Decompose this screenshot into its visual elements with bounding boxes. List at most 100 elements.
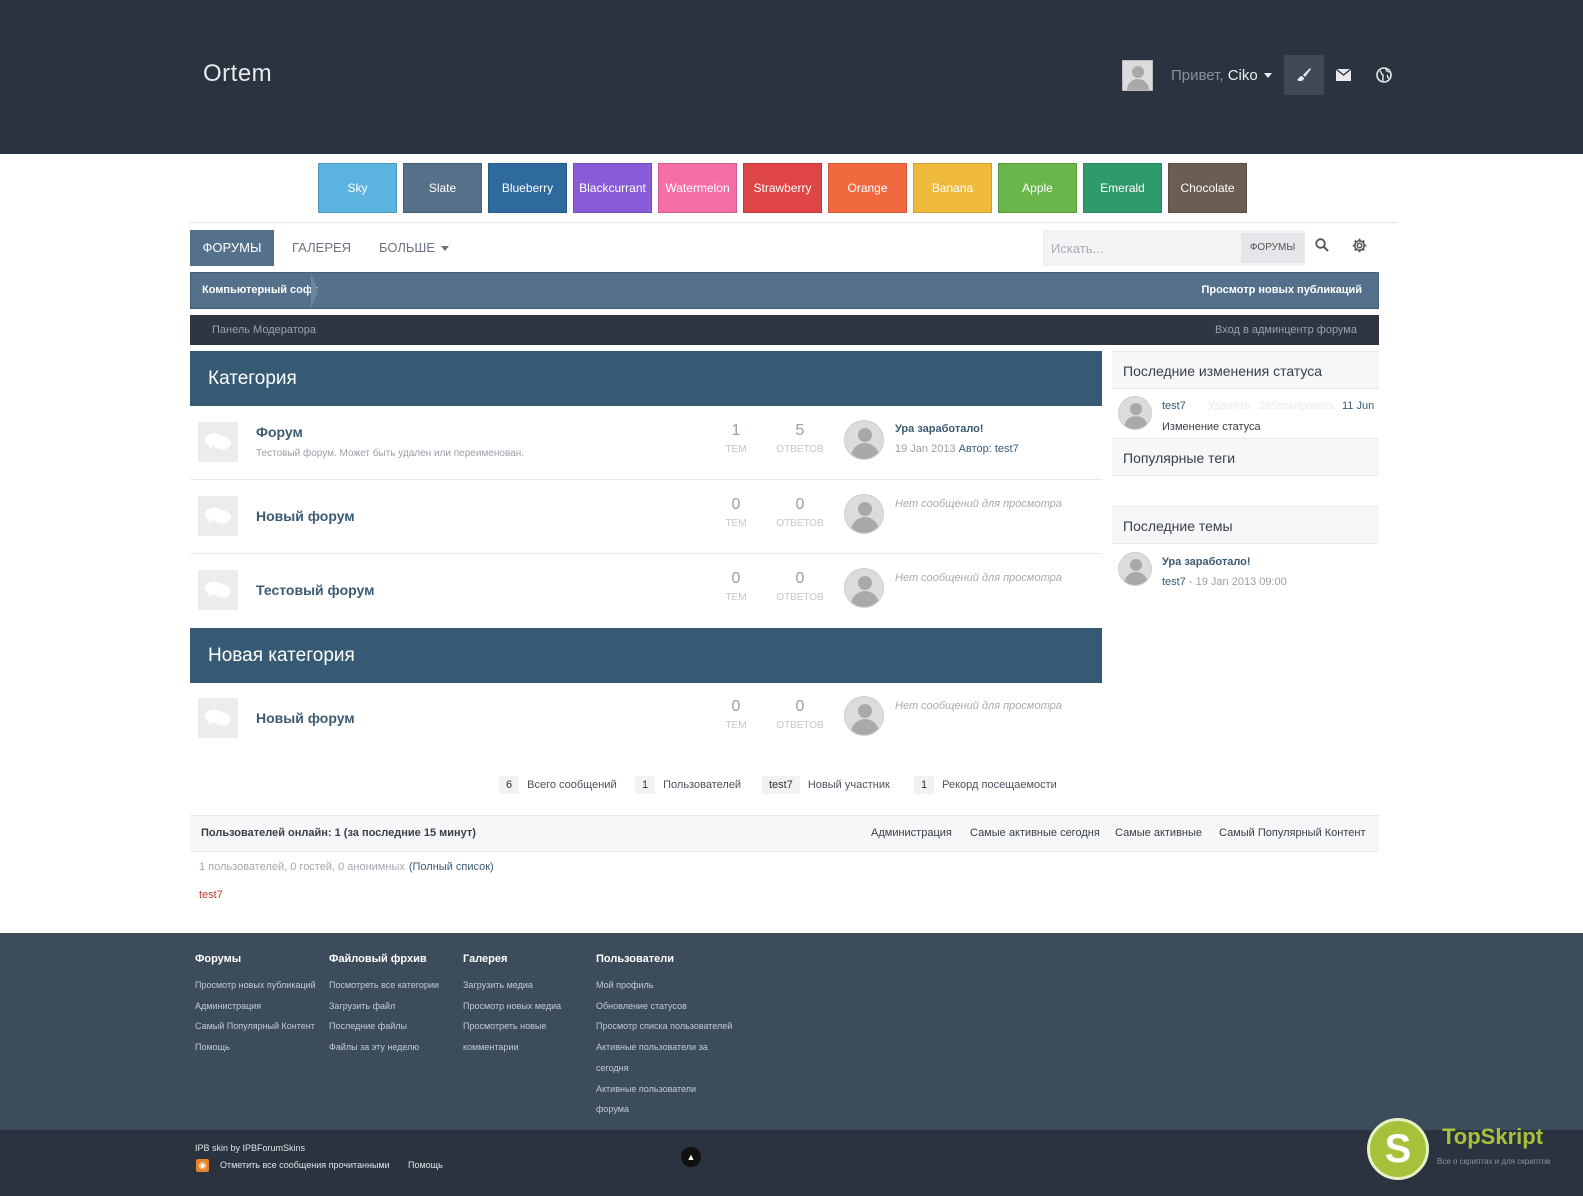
status-text: Изменение статуса xyxy=(1162,421,1261,433)
forum-name[interactable]: Новый форум xyxy=(256,710,355,726)
link-most-active-today[interactable]: Самые активные сегодня xyxy=(970,816,1100,851)
help-link[interactable]: Помощь xyxy=(408,1160,443,1170)
link-popular-content[interactable]: Самый Популярный Контент xyxy=(1219,816,1366,851)
swatch-watermelon[interactable]: Watermelon xyxy=(658,163,737,213)
swatch-orange[interactable]: Orange xyxy=(828,163,907,213)
footer-link[interactable]: Активные пользователи за xyxy=(596,1037,732,1058)
search-input[interactable] xyxy=(1044,231,1239,265)
messages-button[interactable] xyxy=(1324,55,1364,95)
footer-link[interactable]: Активные пользователи xyxy=(596,1079,732,1100)
watermark-name: TopSkript xyxy=(1442,1124,1544,1149)
status-user[interactable]: test7 xyxy=(1162,400,1186,412)
settings-button[interactable] xyxy=(1352,238,1367,258)
last-post-meta: 19 Jan 2013 Автор: test7 xyxy=(895,443,1019,455)
footer-column-gallery: Галерея Загрузить медиа Просмотр новых м… xyxy=(463,953,561,1058)
online-users-title: Пользователей онлайн: 1 (за последние 15… xyxy=(201,827,476,839)
chat-bubbles-icon xyxy=(205,709,231,726)
view-new-posts-link[interactable]: Просмотр новых публикаций xyxy=(1201,273,1362,308)
forum-row: Форум Тестовый форум. Может быть удален … xyxy=(190,406,1102,480)
recent-topic-user[interactable]: test7 xyxy=(1162,576,1186,588)
tab-more[interactable]: БОЛЬШЕ xyxy=(379,230,449,266)
footer-link[interactable]: Просмотреть новые xyxy=(463,1016,561,1037)
footer-link[interactable]: комментарии xyxy=(463,1037,561,1058)
forum-row: Новый форум 0 ТЕМ 0 ОТВЕТОВ Нет сообщений … xyxy=(190,480,1102,554)
footer-link[interactable]: сегодня xyxy=(596,1058,732,1079)
footer-link[interactable]: Просмотр списка пользователей xyxy=(596,1016,732,1037)
footer-link[interactable]: Самый Популярный Контент xyxy=(195,1016,316,1037)
last-post-author[interactable]: test7 xyxy=(995,443,1019,455)
swatch-slate[interactable]: Slate xyxy=(403,163,482,213)
forum-icon xyxy=(198,570,238,610)
footer-link[interactable]: Загрузить файл xyxy=(329,996,439,1017)
status-user-avatar[interactable] xyxy=(1118,396,1152,430)
swatch-blueberry[interactable]: Blueberry xyxy=(488,163,567,213)
last-post-avatar[interactable] xyxy=(844,420,884,460)
swatch-apple[interactable]: Apple xyxy=(998,163,1077,213)
category-header[interactable]: Новая категория xyxy=(190,628,1102,683)
footer-link[interactable]: Файлы за эту неделю xyxy=(329,1037,439,1058)
chevron-down-icon xyxy=(441,246,449,252)
footer-link[interactable]: Загрузить медиа xyxy=(463,975,561,996)
forum-name[interactable]: Новый форум xyxy=(256,508,355,524)
link-administration[interactable]: Администрация xyxy=(871,816,952,851)
tab-gallery[interactable]: ГАЛЕРЕЯ xyxy=(292,230,351,266)
moderator-panel-link[interactable]: Панель Модератора xyxy=(212,315,316,345)
category-header[interactable]: Категория xyxy=(190,351,1102,406)
forum-row: Новый форум 0 ТЕМ 0 ОТВЕТОВ Нет сообщений … xyxy=(190,684,1102,758)
stat-newest-member[interactable]: test7 Новый участник xyxy=(762,775,890,795)
back-to-top-icon[interactable]: ▲ xyxy=(681,1147,701,1167)
forum-name[interactable]: Форум xyxy=(256,424,303,440)
swatch-strawberry[interactable]: Strawberry xyxy=(743,163,822,213)
chat-bubbles-icon xyxy=(205,581,231,598)
online-user-link[interactable]: test7 xyxy=(199,889,223,901)
forum-icon xyxy=(198,698,238,738)
swatch-emerald[interactable]: Emerald xyxy=(1083,163,1162,213)
footer-link[interactable]: Последние файлы xyxy=(329,1016,439,1037)
language-button[interactable] xyxy=(1364,55,1404,95)
user-avatar[interactable] xyxy=(1122,59,1153,91)
footer-link[interactable]: Просмотр новых публикаций xyxy=(195,975,316,996)
replies-count: 0 ОТВЕТОВ xyxy=(776,496,824,529)
swatch-blackcurrant[interactable]: Blackcurrant xyxy=(573,163,652,213)
footer-link[interactable]: Посмотреть все категории xyxy=(329,975,439,996)
swatch-banana[interactable]: Banana xyxy=(913,163,992,213)
full-list-link[interactable]: (Полный список) xyxy=(409,861,494,873)
footer-link[interactable]: форума xyxy=(596,1099,732,1120)
color-swatches: Sky Slate Blueberry Blackcurrant Watermelon S… xyxy=(318,163,1253,213)
search-box: ФОРУМЫ xyxy=(1043,230,1305,266)
replies-count: 5 ОТВЕТОВ xyxy=(776,422,824,455)
username: Ciko xyxy=(1227,66,1258,84)
swatch-chocolate[interactable]: Chocolate xyxy=(1168,163,1247,213)
footer-link[interactable]: Мой профиль xyxy=(596,975,732,996)
skin-credit[interactable]: IPB skin by IPBForumSkins xyxy=(195,1143,305,1153)
site-logo[interactable]: Ortem xyxy=(203,60,272,88)
search-button[interactable] xyxy=(1315,238,1329,257)
last-post-title[interactable]: Ура заработало! xyxy=(895,423,984,435)
moderator-bar: Панель Модератора Вход в админцентр фору… xyxy=(190,315,1379,345)
topics-count: 1 ТЕМ xyxy=(725,422,747,455)
tab-forums[interactable]: ФОРУМЫ xyxy=(190,230,274,266)
footer-link[interactable]: Помощь xyxy=(195,1037,316,1058)
forum-name[interactable]: Тестовый форум xyxy=(256,582,374,598)
footer-column-forums: Форумы Просмотр новых публикаций Админис… xyxy=(195,953,316,1058)
breadcrumb-item[interactable]: Компьютерный софт xyxy=(202,273,318,308)
footer-column-title: Форумы xyxy=(195,953,242,965)
user-menu[interactable]: Привет, Ciko xyxy=(1171,67,1272,84)
footer-link[interactable]: Администрация xyxy=(195,996,316,1017)
swatch-sky[interactable]: Sky xyxy=(318,163,397,213)
search-scope-button[interactable]: ФОРУМЫ xyxy=(1241,233,1304,263)
link-most-active[interactable]: Самые активные xyxy=(1115,816,1202,851)
replies-count: 0 ОТВЕТОВ xyxy=(776,698,824,731)
forum-description: Тестовый форум. Может быть удален или пе… xyxy=(256,448,525,459)
status-delete-link[interactable]: Удалить xyxy=(1208,400,1250,412)
breadcrumb: Компьютерный софт Просмотр новых публика… xyxy=(190,272,1379,309)
admin-center-link[interactable]: Вход в админцентр форума xyxy=(1215,315,1357,345)
footer-link[interactable]: Просмотр новых медиа xyxy=(463,996,561,1017)
rss-icon[interactable]: ◉ xyxy=(196,1159,209,1172)
recent-topic-title[interactable]: Ура заработало! xyxy=(1162,556,1251,568)
footer-link[interactable]: Обновление статусов xyxy=(596,996,732,1017)
status-block-link[interactable]: Заблокировать xyxy=(1258,400,1335,412)
mark-all-read-link[interactable]: Отметить все сообщения прочитанными xyxy=(220,1160,390,1170)
theme-button[interactable] xyxy=(1283,55,1324,95)
topic-user-avatar[interactable] xyxy=(1118,552,1152,586)
